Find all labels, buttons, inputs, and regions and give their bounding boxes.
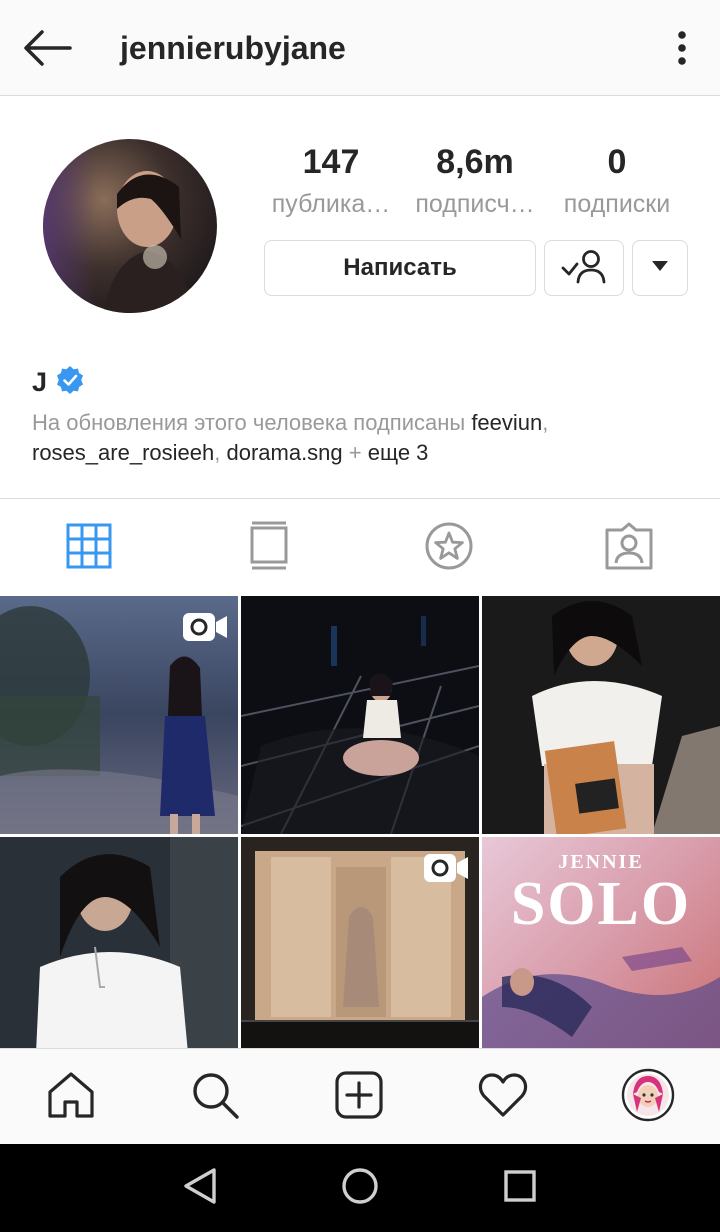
system-navigation-bar <box>0 1144 720 1232</box>
followed-by-more-link[interactable]: еще 3 <box>368 440 429 465</box>
square-recents-icon <box>500 1166 540 1211</box>
nav-search[interactable] <box>187 1069 243 1125</box>
profile-tabs <box>0 499 720 595</box>
stat-following-count: 0 <box>607 143 627 181</box>
following-button[interactable] <box>544 240 624 296</box>
following-user-check-icon <box>559 248 609 289</box>
stat-posts-count: 147 <box>302 143 360 181</box>
stat-following-label: подписки <box>563 190 671 218</box>
followed-by-user-link[interactable]: feeviun <box>471 410 542 435</box>
stat-followers-count: 8,6m <box>436 143 514 181</box>
followed-by-user-link[interactable]: dorama.sng <box>226 440 342 465</box>
stat-posts[interactable]: 147 публика… <box>262 142 400 226</box>
nav-activity[interactable] <box>475 1069 531 1125</box>
more-vertical-icon[interactable] <box>668 26 696 70</box>
followed-by-plus: + <box>342 440 368 465</box>
profile-avatar[interactable] <box>43 139 217 313</box>
followed-by-separator: , <box>542 410 549 435</box>
post-thumbnail[interactable]: JENNIE SOLO <box>482 837 720 1048</box>
star-icon <box>424 521 474 576</box>
home-icon <box>46 1070 96 1125</box>
followed-by-user-link[interactable]: roses_are_rosieeh <box>32 440 214 465</box>
heart-icon <box>478 1072 528 1123</box>
tab-tagged[interactable] <box>604 521 654 576</box>
tagged-person-icon <box>604 521 654 576</box>
nav-new-post[interactable] <box>331 1069 387 1125</box>
tab-grid[interactable] <box>64 523 114 573</box>
plus-square-icon <box>334 1070 384 1125</box>
arrow-left-icon[interactable] <box>20 26 76 70</box>
suggestions-dropdown-button[interactable] <box>632 240 688 296</box>
stat-followers-label: подписч… <box>415 190 535 218</box>
followed-by-separator: , <box>214 440 227 465</box>
post-thumbnail[interactable] <box>241 596 479 834</box>
post-thumbnail[interactable] <box>0 837 238 1048</box>
system-back-button[interactable] <box>178 1166 222 1210</box>
verified-badge-icon <box>55 365 85 400</box>
post-thumbnail[interactable] <box>0 596 238 834</box>
post-overlay-title: SOLO <box>510 870 692 938</box>
post-grid: JENNIE SOLO <box>0 596 720 1048</box>
system-home-button[interactable] <box>338 1166 382 1210</box>
circle-home-icon <box>340 1166 380 1211</box>
profile-display-name: J <box>32 366 48 397</box>
stat-posts-label: публика… <box>271 190 391 218</box>
video-camera-icon <box>182 612 228 647</box>
followed-by-text: На обновления этого человека подписаны f… <box>32 408 692 468</box>
nav-home[interactable] <box>43 1069 99 1125</box>
message-button[interactable]: Написать <box>264 240 536 296</box>
post-thumbnail[interactable] <box>482 596 720 834</box>
profile-avatar-icon <box>621 1068 675 1127</box>
feed-icon <box>249 521 289 576</box>
bottom-navigation <box>0 1048 720 1144</box>
grid-icon <box>66 523 112 574</box>
profile-name-row: J <box>32 364 85 400</box>
tab-saved[interactable] <box>424 521 474 576</box>
followed-by-prefix: На обновления этого человека подписаны <box>32 410 472 435</box>
triangle-back-icon <box>180 1166 220 1211</box>
tab-feed[interactable] <box>244 521 294 576</box>
video-camera-icon <box>423 853 469 888</box>
stat-followers[interactable]: 8,6m подписч… <box>406 142 544 226</box>
nav-profile[interactable] <box>620 1068 676 1127</box>
system-recents-button[interactable] <box>498 1166 542 1210</box>
caret-down-icon <box>651 259 669 277</box>
profile-stats: 147 публика… 8,6m подписч… 0 подписки <box>262 142 690 232</box>
profile-username: jennierubyjane <box>120 30 346 66</box>
search-icon <box>190 1070 240 1125</box>
stat-following[interactable]: 0 подписки <box>548 142 686 226</box>
post-thumbnail[interactable] <box>241 837 479 1048</box>
top-bar: jennierubyjane <box>0 0 720 96</box>
